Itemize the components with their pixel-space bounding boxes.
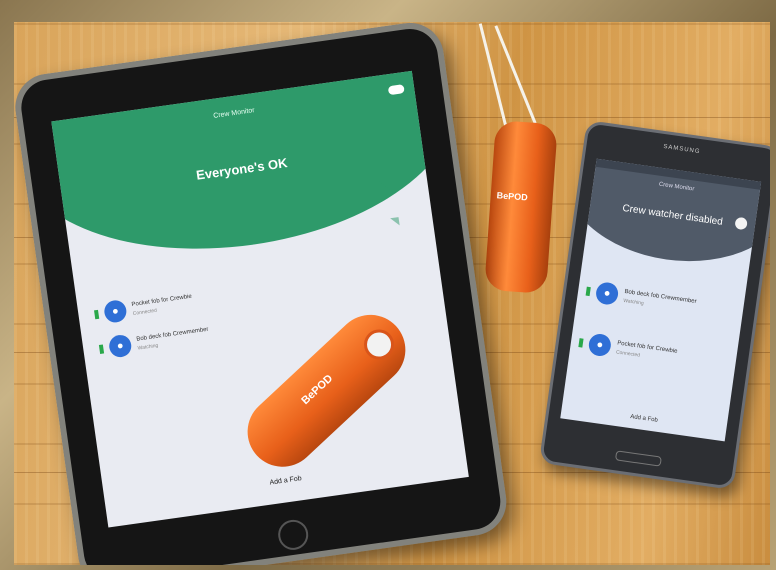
signal-icon: ◥ xyxy=(378,176,394,196)
mic-icon: ● xyxy=(594,281,620,306)
add-fob-button[interactable]: Add a Fob xyxy=(561,404,726,433)
crew-status: Connected xyxy=(132,307,158,317)
fob-logo: BePOD xyxy=(299,372,336,408)
mic-icon: ● xyxy=(107,333,133,359)
phone-screen: Crew Monitor Crew watcher disabled ● Bob… xyxy=(560,158,762,442)
tablet-screen: Crew Monitor Everyone's OK ◥ ◥ ● Pocket … xyxy=(51,70,469,528)
crew-status: Watching xyxy=(137,342,159,352)
tablet-device: Crew Monitor Everyone's OK ◥ ◥ ● Pocket … xyxy=(14,22,511,565)
battery-icon xyxy=(94,309,100,320)
phone-device: SAMSUNG Crew Monitor Crew watcher disabl… xyxy=(538,120,770,490)
mic-icon: ● xyxy=(102,298,128,324)
battery-icon xyxy=(578,338,584,348)
crew-name: Bob deck fob Crewmember xyxy=(136,326,209,343)
crew-row[interactable]: ● Bob deck fob Crewmember Watching xyxy=(584,279,736,326)
fob-lanyard-hole xyxy=(357,323,401,366)
mic-icon: ● xyxy=(587,332,613,358)
fob-logo: BePOD xyxy=(496,190,529,203)
wood-table-photo: BePOD Crew Monitor Everyone's OK ◥ ◥ ● P… xyxy=(14,22,770,565)
battery-icon xyxy=(585,286,591,297)
home-button[interactable] xyxy=(276,517,311,552)
hanging-fob: BePOD xyxy=(484,120,558,294)
crew-name: Pocket fob for Crewbie xyxy=(131,293,193,309)
crew-status: Watching xyxy=(622,297,645,307)
crew-status: Connected xyxy=(615,349,641,359)
battery-icon xyxy=(98,344,105,354)
home-button[interactable] xyxy=(614,450,662,467)
lanyard-cord xyxy=(478,23,509,131)
signal-icon: ◥ xyxy=(389,215,400,229)
crew-row[interactable]: ● Pocket fob for Crewbie Connected xyxy=(577,330,729,377)
